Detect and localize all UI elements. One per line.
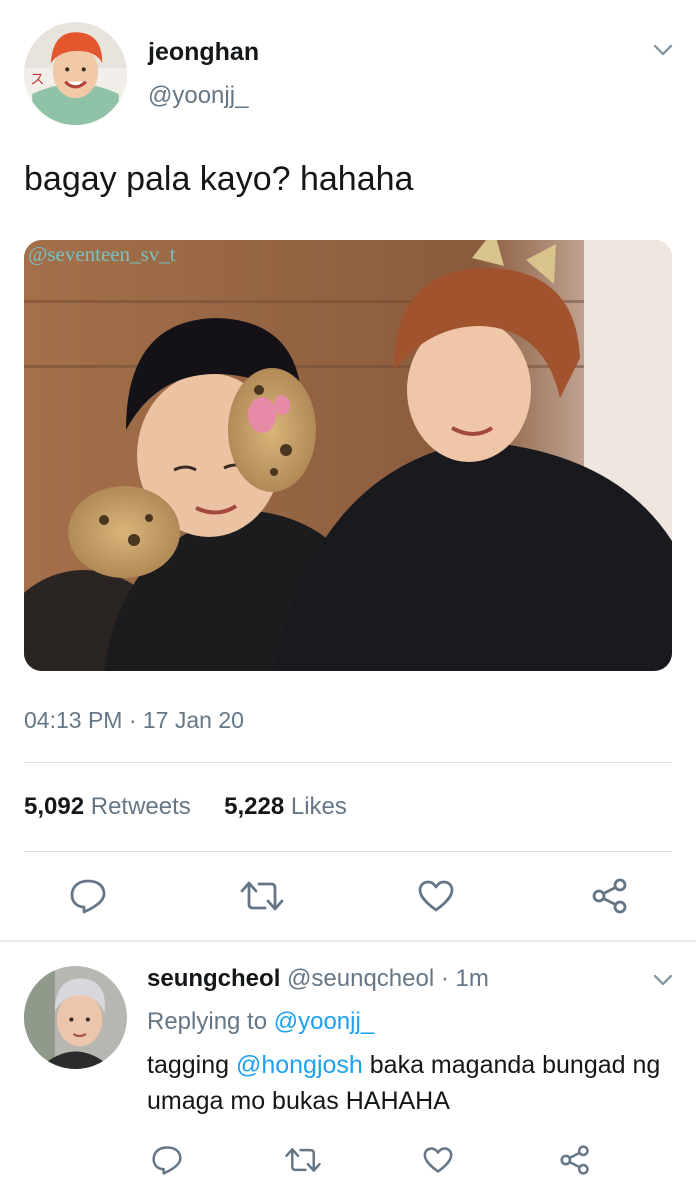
media-watermark: @seventeen_sv_t	[28, 242, 176, 266]
author-name[interactable]: jeonghan	[148, 38, 259, 67]
avatar-sign-text: ス	[30, 72, 44, 88]
reply-author-name[interactable]: seungcheol	[147, 965, 280, 992]
tweet-stats: 5,092 Retweets 5,228 Likes	[24, 793, 347, 821]
reply-author-avatar[interactable]	[24, 966, 127, 1069]
likes-count: 5,228	[224, 793, 285, 820]
reply-icon	[152, 1146, 182, 1175]
reply-time-separator: ·	[434, 965, 456, 992]
reply-button[interactable]	[66, 876, 110, 916]
likes-stat[interactable]: 5,228 Likes	[224, 793, 347, 820]
divider	[24, 762, 672, 763]
retweet-icon	[240, 881, 284, 911]
retweet-button[interactable]	[238, 876, 286, 916]
chevron-down-icon[interactable]	[651, 968, 675, 992]
reply-author-handle[interactable]: @seunqcheol	[287, 965, 434, 992]
share-button[interactable]	[588, 876, 632, 916]
author-avatar-image: ス	[24, 22, 127, 125]
mention-link[interactable]: @hongjosh	[236, 1051, 363, 1079]
heart-icon	[418, 880, 454, 912]
retweets-label: Retweets	[90, 793, 191, 820]
reply-text-prefix: tagging	[147, 1051, 236, 1079]
reply-like-button[interactable]	[416, 1142, 460, 1178]
share-icon	[592, 878, 627, 914]
reply-icon	[70, 879, 106, 914]
tweet-timestamp[interactable]: 04:13 PM · 17 Jan 20	[24, 707, 244, 734]
replying-to-handle-link[interactable]: @yoonjj_	[274, 1008, 374, 1035]
reply-header: seungcheol @seunqcheol · 1m	[147, 965, 489, 993]
replying-to-label: Replying to	[147, 1008, 274, 1035]
heart-icon	[423, 1147, 453, 1173]
tweet-text: bagay pala kayo? hahaha	[24, 160, 414, 198]
author-handle[interactable]: @yoonjj_	[148, 82, 248, 110]
reply-reply-button[interactable]	[145, 1142, 189, 1178]
likes-label: Likes	[290, 793, 347, 820]
retweet-icon	[285, 1148, 321, 1172]
reply-time: 1m	[455, 965, 489, 992]
tweet-media-photo[interactable]: @seventeen_sv_t	[24, 240, 672, 671]
share-icon	[560, 1145, 589, 1175]
reply-text: tagging @hongjosh baka maganda bungad ng…	[147, 1047, 667, 1119]
divider	[24, 851, 672, 852]
tweet-photo-image	[24, 240, 672, 671]
reply-share-button[interactable]	[553, 1142, 597, 1178]
reply-retweet-button[interactable]	[280, 1142, 326, 1178]
like-button[interactable]	[414, 876, 458, 916]
section-divider	[0, 940, 696, 942]
replying-to: Replying to @yoonjj_	[147, 1008, 374, 1036]
retweets-count: 5,092	[24, 793, 85, 820]
author-avatar[interactable]: ス	[24, 22, 127, 125]
reply-avatar-image	[24, 966, 127, 1069]
retweets-stat[interactable]: 5,092 Retweets	[24, 793, 197, 820]
chevron-down-icon[interactable]	[651, 38, 675, 62]
